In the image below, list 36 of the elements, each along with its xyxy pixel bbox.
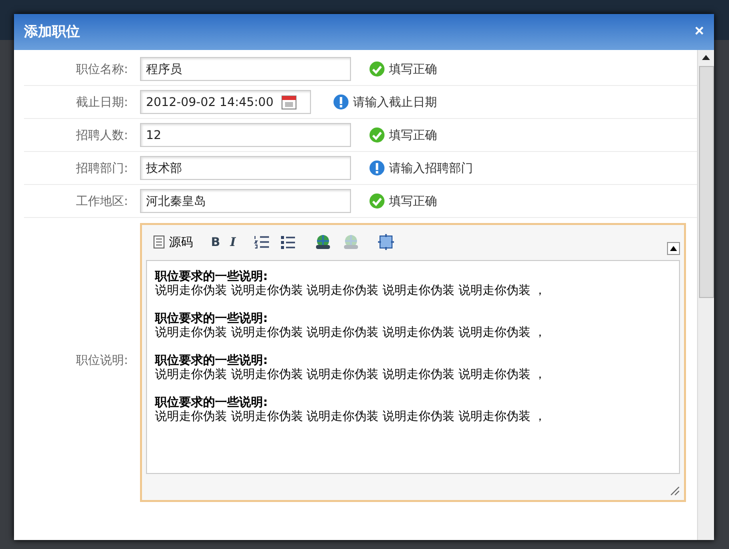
- paragraph-text: 说明走你伪装 说明走你伪装 说明走你伪装 说明走你伪装 说明走你伪装 ，: [155, 283, 548, 297]
- bold-button[interactable]: B: [208, 231, 224, 253]
- dialog-title: 添加职位: [24, 23, 80, 41]
- validation-message: 请输入招聘部门: [389, 160, 473, 176]
- paragraph-text: 说明走你伪装 说明走你伪装 说明走你伪装 说明走你伪装 说明走你伪装 ，: [155, 367, 548, 381]
- field-label: 招聘部门:: [74, 160, 129, 176]
- paragraph-heading: 职位要求的一些说明:: [155, 353, 269, 367]
- calendar-icon[interactable]: [281, 94, 298, 110]
- paragraph-text: 说明走你伪装 说明走你伪装 说明走你伪装 说明走你伪装 说明走你伪装 ，: [155, 409, 548, 423]
- input-field[interactable]: 12: [140, 123, 351, 147]
- field-label: 招聘人数:: [74, 126, 129, 144]
- validation-message: 填写正确: [389, 126, 437, 144]
- paragraph-heading: 职位要求的一些说明:: [155, 269, 269, 283]
- validation-message: 请输入截止日期: [353, 94, 437, 110]
- source-button[interactable]: 源码: [150, 231, 196, 253]
- document-icon: [153, 235, 165, 249]
- validation-message: 填写正确: [389, 192, 437, 210]
- field-label: 职位名称:: [74, 60, 129, 78]
- resize-grip-icon[interactable]: [668, 484, 680, 496]
- field-label: 工作地区:: [74, 192, 129, 210]
- collapse-icon[interactable]: [667, 242, 680, 255]
- validation-message: 填写正确: [389, 60, 437, 78]
- input-field[interactable]: 程序员: [140, 57, 351, 81]
- input-field[interactable]: 河北秦皇岛: [140, 189, 351, 213]
- field-label: 职位说明:: [74, 352, 129, 368]
- date-field[interactable]: 2012-09-02 14:45:00: [140, 90, 311, 114]
- input-field[interactable]: 技术部: [140, 156, 351, 180]
- editor-content-area[interactable]: 职位要求的一些说明: 说明走你伪装 说明走你伪装 说明走你伪装 说明走你伪装 说明走你伪装 ， 职位要求的一些说明: 说明走你伪装 说明走你伪装 说明走你伪装 说明走你伪装 说明走你伪装 ， 职位要求的一些说明: 说明走你伪装 说明走你伪装 说明走你伪装 说明走你伪装 说明走你伪装 ， 职位要求的一些说明: 说明走你伪装 说明走你伪装 说明走你伪装 说明走你伪装 说明走你伪装 ，: [146, 260, 680, 474]
- paragraph-heading: 职位要求的一些说明:: [155, 395, 269, 409]
- italic-button[interactable]: I: [227, 231, 239, 253]
- paragraph-heading: 职位要求的一些说明:: [155, 311, 269, 325]
- scrollbar[interactable]: [697, 50, 714, 540]
- scroll-up-icon[interactable]: [701, 53, 711, 63]
- close-button[interactable]: ×: [692, 23, 706, 41]
- paragraph-text: 说明走你伪装 说明走你伪装 说明走你伪装 说明走你伪装 说明走你伪装 ，: [155, 325, 548, 339]
- field-label: 截止日期:: [74, 94, 129, 110]
